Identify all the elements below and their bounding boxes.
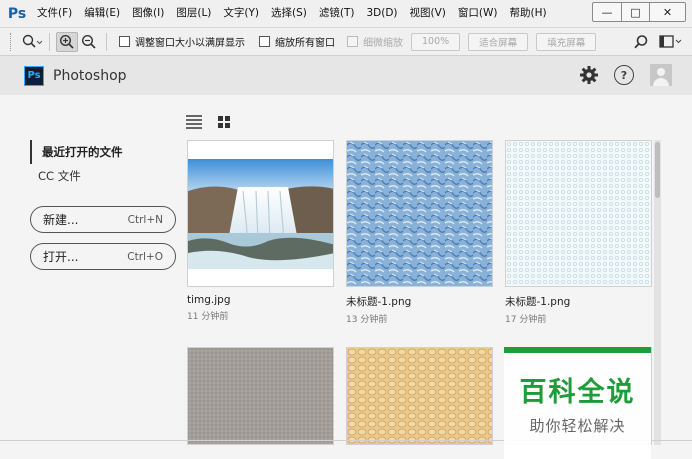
new-button-label: 新建... xyxy=(43,213,79,227)
resize-windows-label: 调整窗口大小以满屏显示 xyxy=(135,38,245,49)
app-title: Photoshop xyxy=(53,67,127,84)
watermark-subtitle: 助你轻松解决 xyxy=(529,417,626,435)
gray-fabric-thumbnail-image xyxy=(188,348,333,444)
menu-window[interactable]: 窗口(W) xyxy=(452,0,504,27)
zoom-100-button[interactable]: 100% xyxy=(411,32,461,51)
blue-texture-thumbnail-image xyxy=(347,141,492,286)
scrubby-zoom-checkbox[interactable]: 细微缩放 xyxy=(347,34,403,49)
recent-file-card[interactable] xyxy=(346,347,493,445)
file-thumbnail[interactable] xyxy=(346,140,493,287)
search-icon[interactable] xyxy=(630,32,652,52)
menu-view[interactable]: 视图(V) xyxy=(404,0,452,27)
separator xyxy=(106,32,107,51)
list-view-icon[interactable] xyxy=(186,115,202,129)
toolbar-grip[interactable] xyxy=(10,32,13,51)
scrollbar[interactable] xyxy=(654,140,661,445)
menu-3d[interactable]: 3D(D) xyxy=(360,0,403,27)
zoom-all-windows-label: 缩放所有窗口 xyxy=(275,38,335,49)
minimize-button[interactable]: — xyxy=(593,3,621,21)
zoom-out-icon[interactable] xyxy=(78,32,100,52)
options-bar: 调整窗口大小以满屏显示 缩放所有窗口 细微缩放 100% 适合屏幕 填充屏幕 xyxy=(0,27,692,56)
ps-logo-icon: Ps xyxy=(7,5,27,22)
separator xyxy=(49,32,50,51)
workspace-switcher-icon[interactable] xyxy=(658,32,684,52)
file-time: 11 分钟前 xyxy=(187,312,229,322)
home-content: 最近打开的文件 CC 文件 新建... Ctrl+N 打开... Ctrl+O xyxy=(0,95,692,459)
scrubby-zoom-label: 细微缩放 xyxy=(363,38,403,49)
gear-icon[interactable] xyxy=(578,64,600,86)
menu-image[interactable]: 图像(I) xyxy=(126,0,170,27)
file-thumbnail[interactable] xyxy=(346,347,493,445)
close-button[interactable]: ✕ xyxy=(649,3,685,21)
menu-bar: Ps 文件(F) 编辑(E) 图像(I) 图层(L) 文字(Y) 选择(S) 滤… xyxy=(0,0,692,27)
zoom-in-icon[interactable] xyxy=(56,31,78,52)
file-time: 13 分钟前 xyxy=(346,315,388,325)
menu-filter[interactable]: 滤镜(T) xyxy=(313,0,361,27)
checkbox-box[interactable] xyxy=(119,36,130,47)
options-right-group xyxy=(630,32,684,52)
photoshop-app-icon: Ps xyxy=(24,65,44,86)
menu-layer[interactable]: 图层(L) xyxy=(170,0,217,27)
fit-screen-button[interactable]: 适合屏幕 xyxy=(468,32,529,51)
file-thumbnail[interactable] xyxy=(187,347,334,445)
new-button-shortcut: Ctrl+N xyxy=(127,213,163,226)
waterfall-thumbnail-image xyxy=(188,159,333,269)
open-button-shortcut: Ctrl+O xyxy=(127,250,163,263)
file-thumbnail[interactable] xyxy=(187,140,334,287)
view-toggle xyxy=(186,115,230,129)
menu-help[interactable]: 帮助(H) xyxy=(504,0,553,27)
file-time: 17 分钟前 xyxy=(505,315,547,325)
sidebar-item-cc-files[interactable]: CC 文件 xyxy=(30,164,180,188)
sidebar-item-recent[interactable]: 最近打开的文件 xyxy=(30,140,180,164)
fill-screen-button[interactable]: 填充屏幕 xyxy=(536,32,597,51)
scrollbar-thumb[interactable] xyxy=(655,142,660,198)
open-button-label: 打开... xyxy=(43,250,79,264)
checkbox-box[interactable] xyxy=(259,36,270,47)
light-mesh-thumbnail-image xyxy=(506,141,651,286)
watermark-logo: 百科全说 助你轻松解决 xyxy=(504,347,651,459)
watermark-bar xyxy=(504,347,651,353)
recent-file-card[interactable]: 未标题-1.png 17 分钟前 xyxy=(505,140,652,325)
beige-leather-thumbnail-image xyxy=(347,348,492,444)
checkbox-box[interactable] xyxy=(347,36,358,47)
resize-windows-checkbox[interactable]: 调整窗口大小以满屏显示 xyxy=(119,34,245,49)
file-name: 未标题-1.png xyxy=(505,296,571,308)
sidebar: 最近打开的文件 CC 文件 新建... Ctrl+N 打开... Ctrl+O xyxy=(30,140,180,270)
home-header: Ps Photoshop ? xyxy=(0,56,692,95)
avatar[interactable] xyxy=(650,64,672,86)
zoom-tool-preset-icon[interactable] xyxy=(21,32,43,52)
zoom-all-windows-checkbox[interactable]: 缩放所有窗口 xyxy=(259,34,335,49)
grid-view-icon[interactable] xyxy=(218,116,230,128)
menu-edit[interactable]: 编辑(E) xyxy=(78,0,126,27)
open-button[interactable]: 打开... Ctrl+O xyxy=(30,243,176,270)
maximize-button[interactable]: □ xyxy=(621,3,649,21)
file-name: timg.jpg xyxy=(187,294,231,306)
watermark-title: 百科全说 xyxy=(519,377,636,408)
file-thumbnail[interactable] xyxy=(505,140,652,287)
help-icon[interactable]: ? xyxy=(614,65,634,85)
recent-file-card[interactable]: 未标题-1.png 13 分钟前 xyxy=(346,140,493,325)
menu-type[interactable]: 文字(Y) xyxy=(217,0,265,27)
recent-file-card[interactable]: timg.jpg 11 分钟前 xyxy=(187,140,334,322)
window-controls: — □ ✕ xyxy=(592,2,686,22)
menu-file[interactable]: 文件(F) xyxy=(31,0,78,27)
new-button[interactable]: 新建... Ctrl+N xyxy=(30,206,176,233)
recent-file-card[interactable] xyxy=(187,347,334,445)
menu-select[interactable]: 选择(S) xyxy=(265,0,313,27)
header-icons: ? xyxy=(578,64,672,86)
file-name: 未标题-1.png xyxy=(346,296,412,308)
